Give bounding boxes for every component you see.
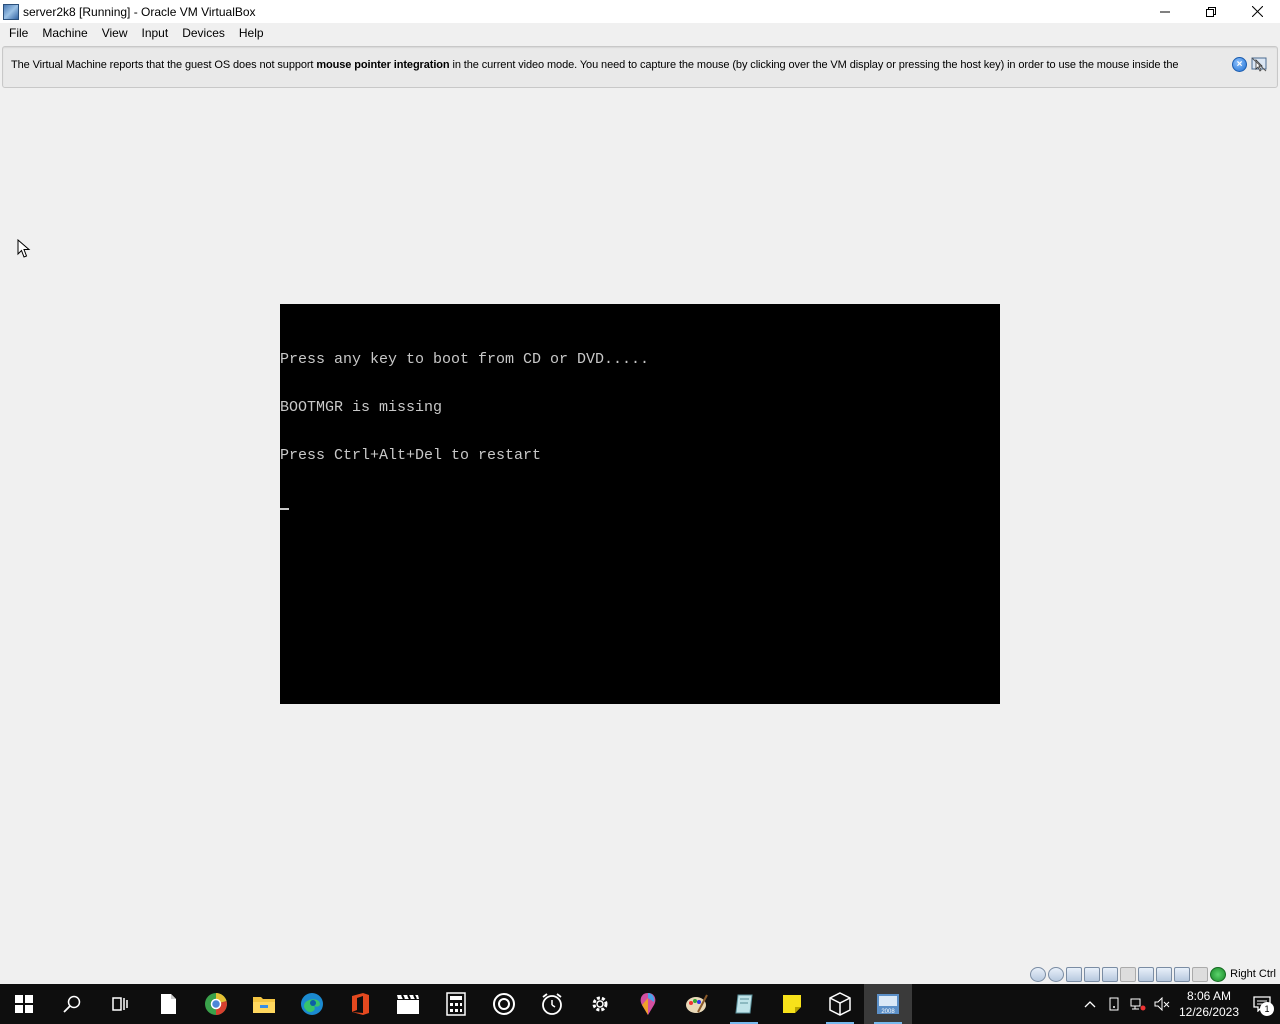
taskbar: 2008 8:06 AM 12/26/2023 1 xyxy=(0,984,1280,1024)
taskbar-paint3d[interactable] xyxy=(624,984,672,1024)
video-editor-icon xyxy=(397,994,419,1014)
alarms-icon xyxy=(542,993,562,1015)
sticky-notes-icon xyxy=(783,995,801,1013)
volume-muted-icon xyxy=(1154,997,1170,1011)
mouse-pointer-icon xyxy=(17,239,31,258)
menu-view[interactable]: View xyxy=(95,23,135,44)
menu-bar: File Machine View Input Devices Help xyxy=(0,23,1280,44)
taskbar-clock[interactable]: 8:06 AM 12/26/2023 xyxy=(1174,988,1244,1020)
menu-machine[interactable]: Machine xyxy=(35,23,94,44)
file-explorer-icon xyxy=(253,997,275,1013)
clock-date: 12/26/2023 xyxy=(1178,1005,1240,1019)
start-icon xyxy=(15,995,33,1013)
minimize-icon xyxy=(1160,11,1170,12)
taskbar-file-explorer[interactable] xyxy=(240,984,288,1024)
minimize-button[interactable] xyxy=(1142,0,1188,23)
taskbar-app[interactable] xyxy=(720,984,768,1024)
media-player-icon xyxy=(493,993,515,1015)
taskbar-server2008-vm[interactable]: 2008 xyxy=(864,984,912,1024)
virtualbox-app-icon xyxy=(3,3,19,20)
notification-count-badge: 1 xyxy=(1260,1002,1274,1016)
settings-icon xyxy=(592,996,608,1012)
tray-volume-button[interactable] xyxy=(1150,984,1174,1024)
menu-help[interactable]: Help xyxy=(232,23,271,44)
banner-close-icon[interactable]: × xyxy=(1232,57,1247,72)
taskbar-office[interactable] xyxy=(336,984,384,1024)
search-button[interactable] xyxy=(48,984,96,1024)
restore-icon xyxy=(1206,6,1216,17)
hard-disk-icon[interactable] xyxy=(1030,966,1047,982)
network-icon xyxy=(1130,998,1146,1011)
paint-icon xyxy=(686,994,708,1013)
taskbar-alarms[interactable] xyxy=(528,984,576,1024)
recording-icon[interactable] xyxy=(1156,966,1173,982)
app-icon xyxy=(735,994,753,1014)
taskbar-media-player[interactable] xyxy=(480,984,528,1024)
action-center-button[interactable]: 1 xyxy=(1244,984,1280,1024)
console-line: Press Ctrl+Alt+Del to restart xyxy=(280,447,542,464)
system-tray: 8:06 AM 12/26/2023 1 xyxy=(1078,984,1280,1024)
menu-file[interactable]: File xyxy=(2,23,35,44)
optical-drive-icon[interactable] xyxy=(1048,966,1065,982)
audio-icon[interactable] xyxy=(1066,966,1083,982)
banner-message: The Virtual Machine reports that the gue… xyxy=(11,59,1211,71)
taskbar-browser[interactable] xyxy=(192,984,240,1024)
server2008-vm-icon: 2008 xyxy=(877,994,899,1015)
cpu-icon[interactable] xyxy=(1174,966,1191,982)
taskbar-virtualbox[interactable] xyxy=(816,984,864,1024)
tray-device-button[interactable] xyxy=(1102,984,1126,1024)
taskbar-edge[interactable] xyxy=(288,984,336,1024)
clock-time: 8:06 AM xyxy=(1186,989,1232,1003)
console-line: Press any key to boot from CD or DVD....… xyxy=(280,351,650,368)
browser-icon xyxy=(205,993,227,1015)
taskbar-paint[interactable] xyxy=(672,984,720,1024)
taskbar-sticky-notes[interactable] xyxy=(768,984,816,1024)
text-cursor xyxy=(280,508,289,510)
svg-text:2008: 2008 xyxy=(881,1009,895,1015)
task-view-icon xyxy=(112,997,128,1011)
notepad-icon xyxy=(161,994,176,1014)
device-icon xyxy=(1109,997,1119,1011)
paint3d-icon xyxy=(640,993,656,1015)
usb-icon[interactable] xyxy=(1102,966,1119,982)
boot-console: Press any key to boot from CD or DVD....… xyxy=(280,320,649,542)
tray-network-button[interactable] xyxy=(1126,984,1150,1024)
vm-status-bar: Right Ctrl xyxy=(1030,965,1280,983)
disable-message-icon[interactable] xyxy=(1251,57,1267,72)
console-line: BOOTMGR is missing xyxy=(280,399,443,416)
display-icon[interactable] xyxy=(1138,966,1155,982)
title-bar[interactable]: server2k8 [Running] - Oracle VM VirtualB… xyxy=(0,0,1280,23)
task-view-button[interactable] xyxy=(96,984,144,1024)
start-button[interactable] xyxy=(0,984,48,1024)
banner-text-before: The Virtual Machine reports that the gue… xyxy=(11,59,317,71)
edge-icon xyxy=(301,993,323,1015)
taskbar-notepad[interactable] xyxy=(144,984,192,1024)
banner-text-bold: mouse pointer integration xyxy=(316,59,450,71)
taskbar-settings[interactable] xyxy=(576,984,624,1024)
banner-text-after: in the current video mode. You need to c… xyxy=(449,59,1179,71)
mouse-integration-icon[interactable] xyxy=(1192,966,1209,982)
taskbar-calculator[interactable] xyxy=(432,984,480,1024)
taskbar-video-editor[interactable] xyxy=(384,984,432,1024)
menu-devices[interactable]: Devices xyxy=(175,23,232,44)
banner-actions: × xyxy=(1232,57,1267,72)
menu-input[interactable]: Input xyxy=(135,23,176,44)
vm-display[interactable]: Press any key to boot from CD or DVD....… xyxy=(280,304,1000,704)
search-icon xyxy=(63,995,81,1013)
office-icon xyxy=(352,993,369,1015)
shared-folders-icon[interactable] xyxy=(1120,966,1137,982)
chevron-up-icon xyxy=(1084,1001,1096,1008)
calculator-icon xyxy=(446,992,466,1016)
network-icon[interactable] xyxy=(1084,966,1101,982)
restore-button[interactable] xyxy=(1188,0,1234,23)
close-button[interactable] xyxy=(1234,0,1280,23)
host-key-label: Right Ctrl xyxy=(1230,968,1276,980)
close-icon xyxy=(1251,6,1263,17)
window-controls xyxy=(1142,0,1280,23)
show-hidden-icons-button[interactable] xyxy=(1078,984,1102,1024)
window-title: server2k8 [Running] - Oracle VM VirtualB… xyxy=(23,4,256,19)
virtualbox-icon xyxy=(829,992,851,1016)
mouse-integration-banner: The Virtual Machine reports that the gue… xyxy=(2,46,1278,88)
keyboard-capture-icon[interactable] xyxy=(1210,966,1227,982)
